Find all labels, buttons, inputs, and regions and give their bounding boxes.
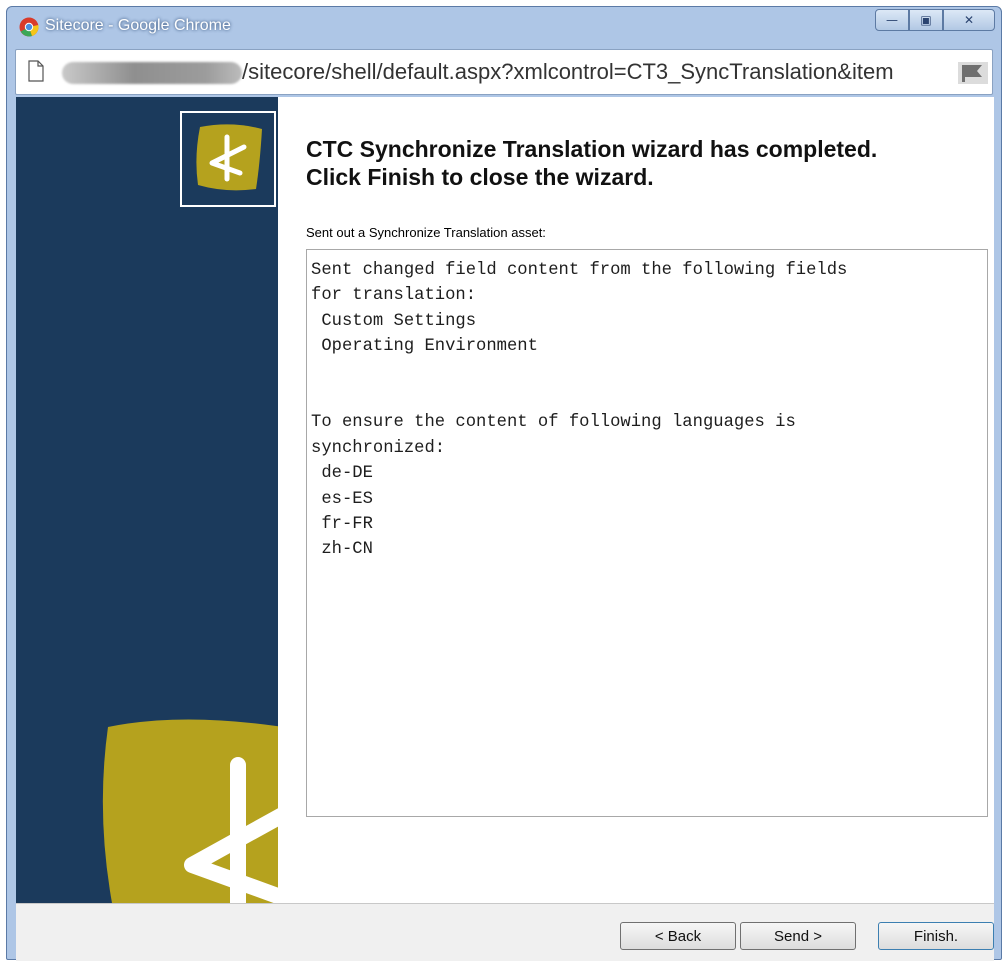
minimize-button[interactable]: — — [875, 9, 909, 31]
finish-button[interactable]: Finish. — [878, 922, 994, 950]
translation-details-textarea[interactable]: Sent changed field content from the foll… — [306, 249, 988, 817]
close-button[interactable]: ✕ — [943, 9, 995, 31]
window-controls: — ▣ ✕ — [875, 9, 995, 33]
flag-icon — [958, 62, 988, 84]
wizard-dialog: CTC Synchronize Translation wizard has c… — [16, 97, 994, 903]
redacted-host — [62, 62, 242, 84]
wizard-sidebar — [16, 97, 278, 903]
heading-line-2: Click Finish to close the wizard. — [306, 164, 654, 190]
title-bar[interactable]: Sitecore - Google Chrome — ▣ ✕ — [7, 7, 1001, 49]
address-bar[interactable]: /sitecore/shell/default.aspx?xmlcontrol=… — [15, 49, 993, 95]
chrome-logo-icon — [19, 17, 39, 37]
window-title: Sitecore - Google Chrome — [45, 17, 231, 34]
browser-window: Sitecore - Google Chrome — ▣ ✕ /sitecore… — [6, 6, 1002, 961]
url-text[interactable]: /sitecore/shell/default.aspx?xmlcontrol=… — [242, 59, 970, 85]
logo-box — [180, 111, 276, 207]
maximize-button[interactable]: ▣ — [909, 9, 943, 31]
heading-line-1: CTC Synchronize Translation wizard has c… — [306, 136, 878, 162]
asset-label: Sent out a Synchronize Translation asset… — [306, 225, 546, 240]
send-button[interactable]: Send > — [740, 922, 856, 950]
page-icon — [28, 60, 44, 82]
wizard-main: CTC Synchronize Translation wizard has c… — [278, 97, 994, 903]
completion-heading: CTC Synchronize Translation wizard has c… — [306, 135, 966, 191]
wizard-footer: < Back Send > Finish. — [16, 903, 994, 961]
back-button[interactable]: < Back — [620, 922, 736, 950]
sitecore-ctc-logo-icon — [196, 124, 262, 191]
large-logo-watermark — [102, 719, 278, 903]
